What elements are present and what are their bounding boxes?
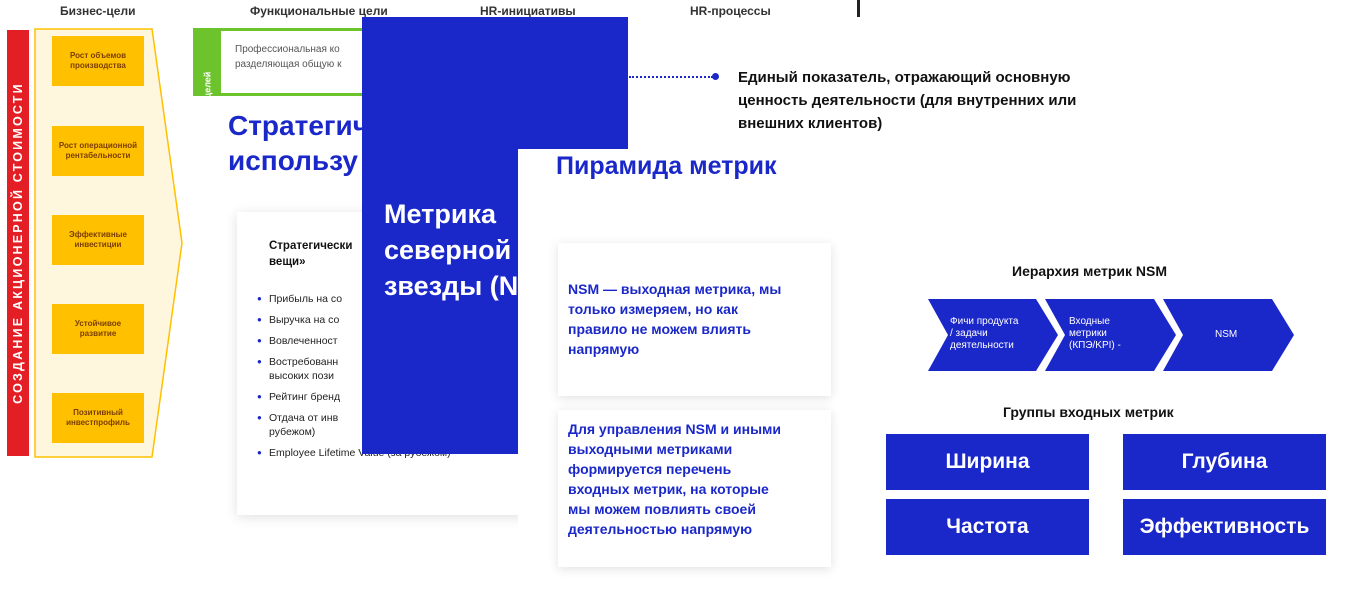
card-text-line: правило не можем влиять — [568, 321, 751, 337]
column-header-hr-processes: HR-процессы — [690, 4, 771, 18]
metric-group-breadth: Ширина — [886, 434, 1089, 490]
hierarchy-step-line: (КПЭ/KPI) - — [1069, 340, 1121, 351]
strategic-card-title-line: вещи» — [269, 256, 306, 268]
nsm-definition: Единый показатель, отражающий основную ц… — [738, 66, 1076, 135]
hierarchy-step-line: NSM — [1215, 329, 1238, 340]
strategic-card-title-line: Стратегически — [269, 240, 353, 252]
hierarchy-step-label: Входные метрики (КПЭ/KPI) - — [1069, 316, 1121, 352]
strategic-title-line: использу — [228, 145, 358, 176]
hierarchy-step-label: NSM — [1215, 329, 1237, 341]
card-text-line: формируется перечень — [568, 461, 732, 477]
business-goal-box: Рост объемов производства — [52, 36, 144, 86]
column-header-functional-goals: Функциональные цели — [250, 4, 388, 18]
strategic-slide-title: Стратегич использу — [228, 108, 378, 178]
hierarchy-step-line: / задачи — [950, 328, 988, 339]
functional-goals-tab-label: целей — [202, 71, 212, 99]
card-text-line: входных метрик, на которые — [568, 481, 769, 497]
header-divider — [857, 0, 860, 17]
card-text-line: мы можем повлиять своей — [568, 501, 756, 517]
shareholder-value-banner-text: СОЗДАНИЕ АКЦИОНЕРНОЙ СТОИМОСТИ — [11, 82, 25, 404]
strategic-card-title: Стратегически вещи» — [269, 238, 352, 270]
banner-text-wrap: СОЗДАНИЕ АКЦИОНЕРНОЙ СТОИМОСТИ — [7, 30, 29, 456]
column-header-hr-initiatives: HR-инициативы — [480, 4, 576, 18]
nsm-output-metric-card: NSM — выходная метрика, мы только измеря… — [558, 243, 831, 396]
card-text-line: только измеряем, но как — [568, 301, 738, 317]
nsm-output-metric-text: NSM — выходная метрика, мы только измеря… — [568, 279, 781, 359]
north-star-slide-title: Метрика северной звезды (N — [384, 196, 518, 304]
metric-group-depth: Глубина — [1123, 434, 1326, 490]
hierarchy-step-line: Фичи продукта — [950, 316, 1019, 327]
nsm-definition-line: ценность деятельности (для внутренних ил… — [738, 92, 1077, 109]
hierarchy-step-label: Фичи продукта / задачи деятельности — [950, 316, 1018, 352]
business-goal-box: Устойчивое развитие — [52, 304, 144, 354]
column-header-business-goals: Бизнес-цели — [60, 4, 136, 18]
business-goal-box: Эффективные инвестиции — [52, 215, 144, 265]
hierarchy-step-line: Входные — [1069, 316, 1110, 327]
north-star-title-line: северной — [384, 235, 512, 265]
nsm-definition-line: внешних клиентов) — [738, 115, 883, 132]
business-goal-box: Рост операционной рентабельности — [52, 126, 144, 176]
card-text-line: выходными метриками — [568, 441, 733, 457]
card-text-line: Для управления NSM и иными — [568, 421, 782, 437]
north-star-title-line: звезды (N — [384, 271, 519, 301]
card-text-line: NSM — выходная метрика, мы — [568, 281, 782, 297]
input-metrics-text: Для управления NSM и иными выходными мет… — [568, 419, 781, 539]
definition-connector — [629, 76, 713, 78]
business-goal-box: Позитивный инвестпрофиль — [52, 393, 144, 443]
nsm-hierarchy-title: Иерархия метрик NSM — [1012, 263, 1167, 279]
card-text-line: деятельностью напрямую — [568, 521, 753, 537]
metric-group-efficiency: Эффективность — [1123, 499, 1326, 555]
nsm-definition-line: Единый показатель, отражающий основную — [738, 69, 1071, 86]
functional-goals-text-line: Профессиональная ко — [235, 44, 340, 55]
metric-group-frequency: Частота — [886, 499, 1089, 555]
definition-connector-dot — [712, 73, 719, 80]
strategic-title-line: Стратегич — [228, 110, 370, 141]
hierarchy-step-line: деятельности — [950, 340, 1014, 351]
functional-goals-box: Профессиональная ко разделяющая общую к — [221, 28, 371, 96]
input-metrics-card: Для управления NSM и иными выходными мет… — [558, 410, 831, 567]
north-star-title-line: Метрика — [384, 199, 496, 229]
input-metric-groups-title: Группы входных метрик — [1003, 404, 1174, 420]
functional-goals-tab-wrap: целей — [193, 28, 221, 99]
hierarchy-step-line: метрики — [1069, 328, 1107, 339]
card-text-line: напрямую — [568, 341, 640, 357]
metrics-pyramid-title: Пирамида метрик — [556, 152, 777, 180]
functional-goals-text-line: разделяющая общую к — [235, 58, 342, 70]
